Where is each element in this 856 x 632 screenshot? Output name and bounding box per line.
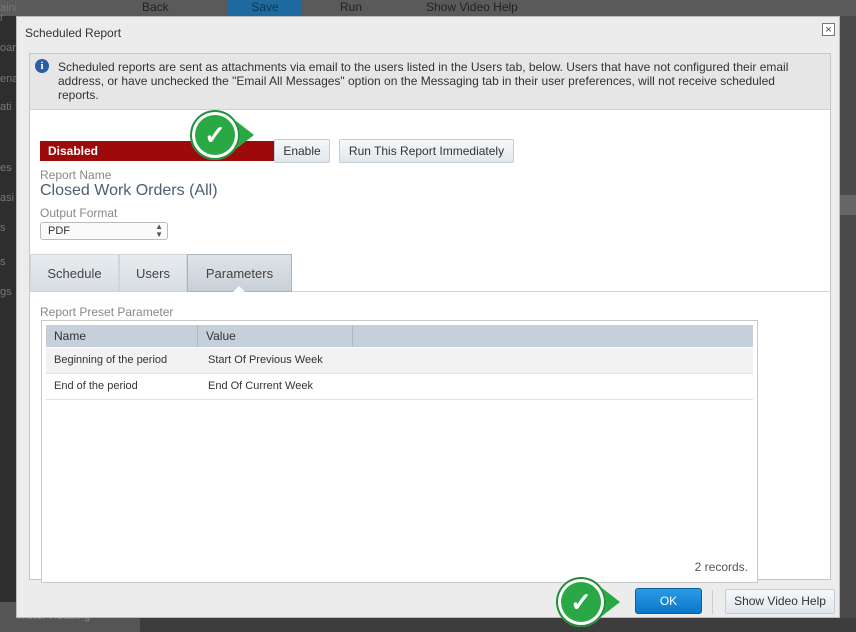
info-text: Scheduled reports are sent as attachment… [58,60,789,102]
background-sidebar-text: oar [0,42,16,54]
output-format-value: PDF [48,225,70,237]
run-report-button[interactable]: Run This Report Immediately [339,139,514,163]
cell-value: Start Of Previous Week [208,354,323,366]
output-format-select[interactable]: PDF ▲ ▼ [40,222,168,240]
ok-button[interactable]: OK [635,588,702,614]
enable-button[interactable]: Enable [274,139,330,163]
info-icon: i [35,59,49,73]
background-sidebar-text: s [0,256,6,268]
footer-divider [712,590,713,614]
tab-bar: Schedule Users Parameters [30,254,830,292]
annotation-check-icon: ✓ [556,577,606,627]
select-arrows-icon: ▲ ▼ [155,222,163,239]
background-sidebar-text: s [0,222,6,234]
background-sidebar: aining r oar ena ati es asi s s gs [0,2,16,632]
background-sidebar-text: es [0,162,12,174]
preset-parameter-label: Report Preset Parameter [40,305,174,319]
dialog-title: Scheduled Report [25,26,122,40]
show-video-help-button[interactable]: Show Video Help [725,589,835,614]
column-header-value[interactable]: Value [198,325,353,347]
background-run-button: Run [340,0,363,14]
tab-users[interactable]: Users [119,254,187,292]
cell-value: End Of Current Week [208,380,313,392]
report-name: Closed Work Orders (All) [40,182,218,199]
background-video-help-button: Show Video Help [426,0,518,14]
record-count: 2 records. [694,560,748,574]
table-row[interactable]: End of the period End Of Current Week [46,374,753,400]
background-back-button: Back [142,0,169,14]
report-name-label: Report Name [40,168,112,182]
column-header-name[interactable]: Name [46,325,198,347]
cell-name: End of the period [54,380,138,392]
check-mark-icon: ✓ [195,115,235,155]
scheduled-report-dialog: Scheduled Report × i Scheduled reports a… [16,16,840,618]
info-banner: i Scheduled reports are sent as attachme… [30,54,830,110]
close-icon[interactable]: × [822,23,835,36]
dialog-content: i Scheduled reports are sent as attachme… [29,53,831,583]
parameters-grid: Name Value Beginning of the period Start… [41,320,758,583]
background-sidebar-text: ena [0,73,16,85]
table-row[interactable]: Beginning of the period Start Of Previou… [46,348,753,374]
background-right-panel [840,16,856,632]
grid-header: Name Value [46,325,753,347]
background-sidebar-text: gs [0,286,12,298]
tab-schedule[interactable]: Schedule [30,254,119,292]
background-save-button: Save [228,0,302,16]
annotation-check-icon: ✓ [190,110,240,160]
background-right-strip [840,195,856,215]
cell-name: Beginning of the period [54,354,168,366]
check-mark-icon: ✓ [561,582,601,622]
background-sidebar-text: ati [0,101,12,113]
output-format-label: Output Format [40,206,118,220]
background-sidebar-text: asi [0,192,15,204]
background-sidebar-text: r [0,12,4,24]
